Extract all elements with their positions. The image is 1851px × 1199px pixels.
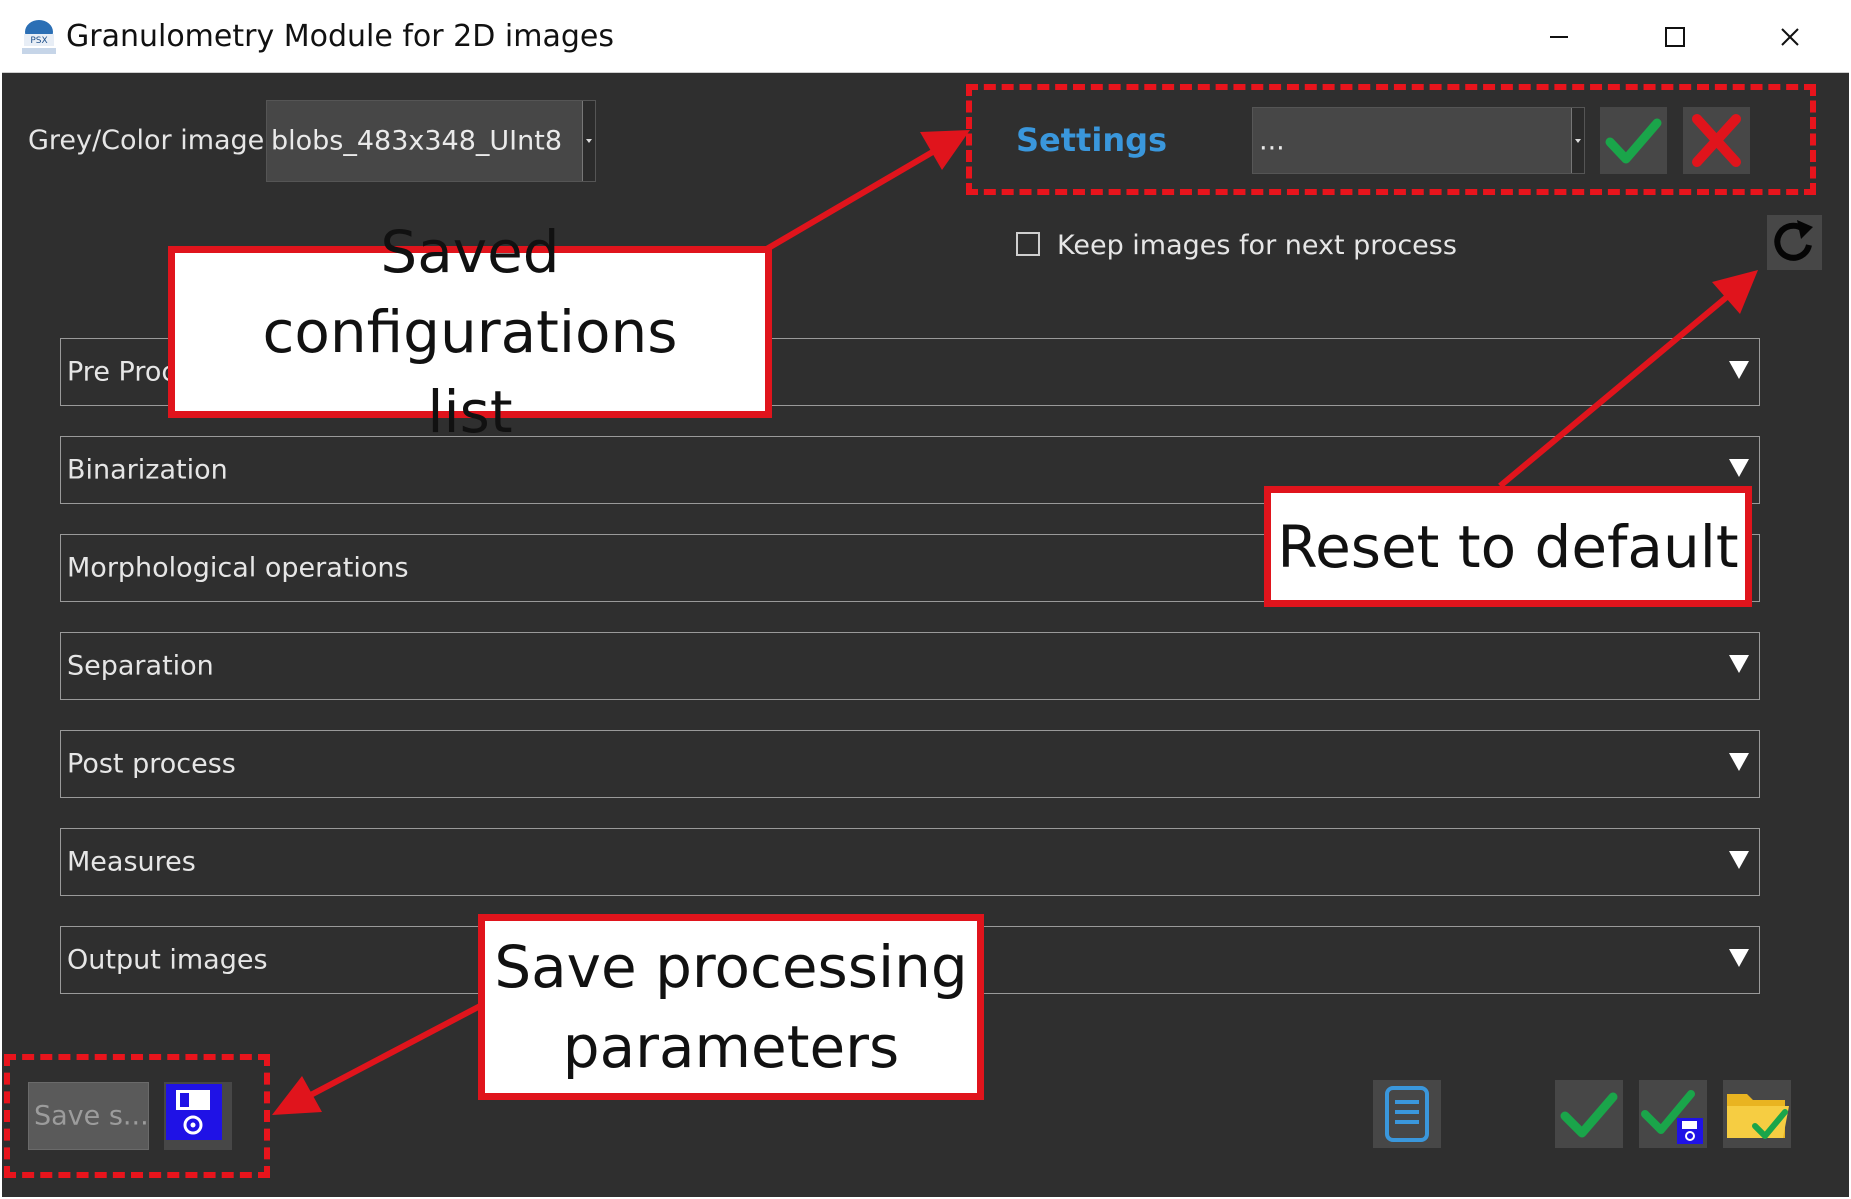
saved-configurations-callout: Saved configurations list: [168, 218, 772, 446]
section-label: Pre Proc: [67, 356, 177, 388]
section-label: Binarization: [67, 454, 228, 486]
chevron-down-icon[interactable]: [582, 101, 595, 181]
callout-line: parameters: [562, 1013, 900, 1081]
check-save-icon: [1641, 1090, 1703, 1144]
section-label: Separation: [67, 650, 214, 682]
log-button[interactable]: [1373, 1080, 1441, 1148]
expand-triangle-icon[interactable]: [1729, 459, 1749, 477]
callout-line: Reset to default: [1277, 512, 1739, 581]
expand-triangle-icon[interactable]: [1729, 949, 1749, 967]
section-label: Output images: [67, 944, 268, 976]
folder-check-icon: [1727, 1094, 1789, 1139]
title-bar: PSX Granulometry Module for 2D images: [2, 2, 1849, 73]
save-parameters-callout: Save processing parameters: [478, 914, 984, 1100]
app-logo-icon: PSX: [22, 20, 56, 54]
image-selector-label: Grey/Color image: [28, 125, 265, 156]
apply-and-open-folder-button[interactable]: [1723, 1080, 1791, 1148]
minimize-icon[interactable]: [1504, 2, 1614, 72]
svg-text:PSX: PSX: [30, 36, 47, 46]
section-label: Measures: [67, 846, 196, 878]
keep-images-label: Keep images for next process: [1057, 230, 1457, 261]
document-list-icon: [1385, 1086, 1429, 1142]
callout-line: Saved configurations: [262, 218, 678, 366]
callout-line: Save processing: [494, 933, 968, 1001]
section-label: Morphological operations: [67, 552, 409, 584]
expand-triangle-icon[interactable]: [1729, 361, 1749, 379]
expand-triangle-icon[interactable]: [1729, 753, 1749, 771]
granulometry-window: PSX Granulometry Module for 2D images Gr…: [0, 0, 1851, 1199]
section-separation[interactable]: Separation: [60, 632, 1760, 700]
section-label: Post process: [67, 748, 236, 780]
maximize-icon[interactable]: [1620, 2, 1730, 72]
reset-icon: [1774, 220, 1813, 261]
expand-triangle-icon[interactable]: [1729, 851, 1749, 869]
checkmark-icon: [1560, 1092, 1618, 1138]
save-panel-highlight-box: [4, 1054, 270, 1178]
keep-images-checkbox[interactable]: [1016, 232, 1040, 256]
section-post-process[interactable]: Post process: [60, 730, 1760, 798]
settings-highlight-box: [966, 84, 1816, 195]
close-icon[interactable]: [1735, 2, 1845, 72]
section-measures[interactable]: Measures: [60, 828, 1760, 896]
reset-default-callout: Reset to default: [1264, 486, 1752, 607]
image-selector-dropdown[interactable]: blobs_483x348_UInt8: [266, 100, 596, 182]
window-title: Granulometry Module for 2D images: [66, 19, 614, 54]
apply-button[interactable]: [1555, 1080, 1623, 1148]
image-selector-value: blobs_483x348_UInt8: [271, 125, 563, 157]
apply-and-save-button[interactable]: [1639, 1080, 1707, 1148]
expand-triangle-icon[interactable]: [1729, 655, 1749, 673]
callout-line: list: [427, 378, 513, 446]
reset-button[interactable]: [1767, 215, 1822, 270]
